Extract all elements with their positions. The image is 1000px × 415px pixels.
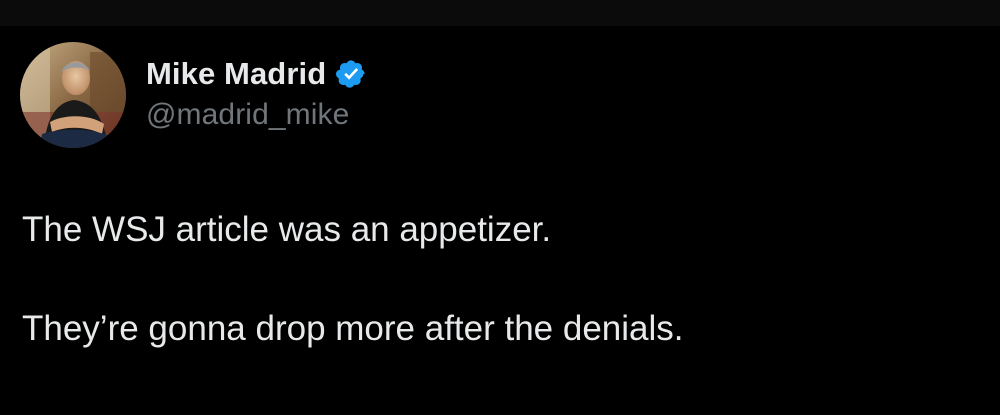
tweet-text-line: The WSJ article was an appetizer. [22, 210, 552, 249]
author-handle[interactable]: @madrid_mike [146, 98, 367, 132]
profile-photo-icon [20, 42, 126, 148]
top-strip [0, 0, 1000, 26]
tweet-card[interactable]: Mike Madrid @madrid_mike The WSJ article… [0, 26, 1000, 415]
author-identity: Mike Madrid @madrid_mike [146, 52, 367, 132]
author-name[interactable]: Mike Madrid [146, 56, 326, 92]
tweet-text: The WSJ article was an appetizer. They’r… [22, 208, 972, 351]
verified-badge-icon [335, 58, 367, 90]
author-avatar[interactable] [20, 42, 126, 148]
tweet-text-line: They’re gonna drop more after the denial… [22, 309, 684, 348]
tweet-header: Mike Madrid @madrid_mike [20, 42, 367, 148]
name-row: Mike Madrid [146, 52, 367, 96]
